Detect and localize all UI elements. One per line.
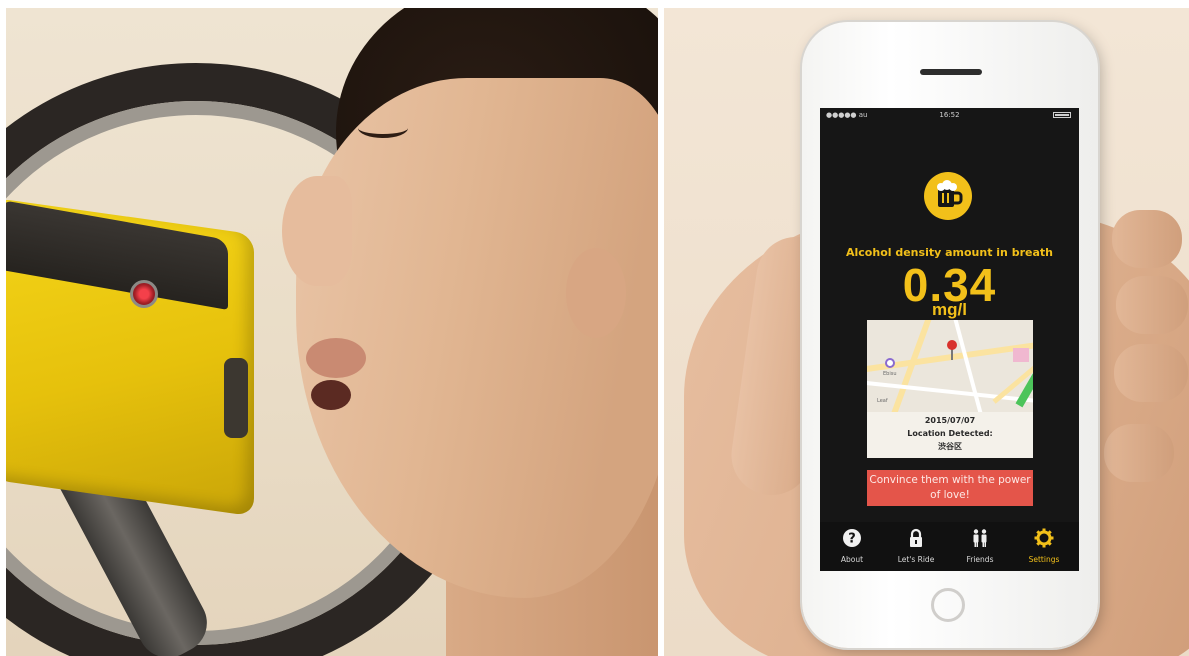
tab-lets-ride[interactable]: Let's Ride xyxy=(884,522,948,571)
finger xyxy=(1104,424,1174,482)
location-pin-icon xyxy=(947,340,957,350)
breathalyzer-photo xyxy=(6,8,658,656)
tab-friends[interactable]: Friends xyxy=(948,522,1012,571)
tab-bar: ? About Let's Ride Friends Settings xyxy=(820,522,1079,571)
gear-icon xyxy=(1034,528,1054,548)
person-mouth xyxy=(311,380,351,410)
location-card[interactable]: Ebisu Leaf 2015/07/07 Location Detected:… xyxy=(867,320,1033,458)
tab-label: Let's Ride xyxy=(897,555,935,564)
map-view[interactable]: Ebisu Leaf xyxy=(867,320,1033,412)
svg-text:?: ? xyxy=(848,532,856,547)
person-nose xyxy=(282,176,352,286)
app-screen: ●●●●● au 16:52 Alcohol density amount in… xyxy=(820,108,1079,571)
status-time: 16:52 xyxy=(939,111,960,119)
person-ear xyxy=(566,248,626,338)
location-detected-value: 渋谷区 xyxy=(938,442,962,451)
tab-label: Friends xyxy=(966,555,994,564)
map-area-pink xyxy=(1013,348,1029,362)
phone-speaker xyxy=(920,69,982,75)
device-side-slot xyxy=(224,358,248,438)
station-marker-icon xyxy=(885,358,895,368)
map-label: Leaf xyxy=(877,398,888,404)
lock-icon xyxy=(910,528,922,547)
phone-photo: ●●●●● au 16:52 Alcohol density amount in… xyxy=(664,8,1189,656)
tab-label: Settings xyxy=(1028,555,1060,564)
status-bar: ●●●●● au 16:52 xyxy=(820,108,1079,122)
smartphone: ●●●●● au 16:52 Alcohol density amount in… xyxy=(802,22,1098,648)
finger xyxy=(1112,210,1182,268)
detection-date: 2015/07/07 xyxy=(924,416,976,425)
question-circle-icon: ? xyxy=(843,529,861,547)
alcohol-reading-unit: mg/l xyxy=(932,300,967,319)
convince-button[interactable]: Convince them with the power of love! xyxy=(867,470,1033,506)
location-detected-label: Location Detected: xyxy=(907,429,993,438)
person-eye xyxy=(358,118,408,138)
people-icon xyxy=(973,529,987,547)
tab-about[interactable]: ? About xyxy=(820,522,884,571)
tab-settings[interactable]: Settings xyxy=(1012,522,1076,571)
tab-label: About xyxy=(840,555,864,564)
beer-mug-icon xyxy=(924,172,972,220)
finger xyxy=(1116,276,1188,334)
map-label: Ebisu xyxy=(883,371,897,377)
breath-sensor-icon xyxy=(130,280,158,308)
finger xyxy=(1114,344,1188,402)
person-lip xyxy=(306,338,366,378)
battery-icon xyxy=(1053,112,1071,118)
home-button[interactable] xyxy=(931,588,965,622)
